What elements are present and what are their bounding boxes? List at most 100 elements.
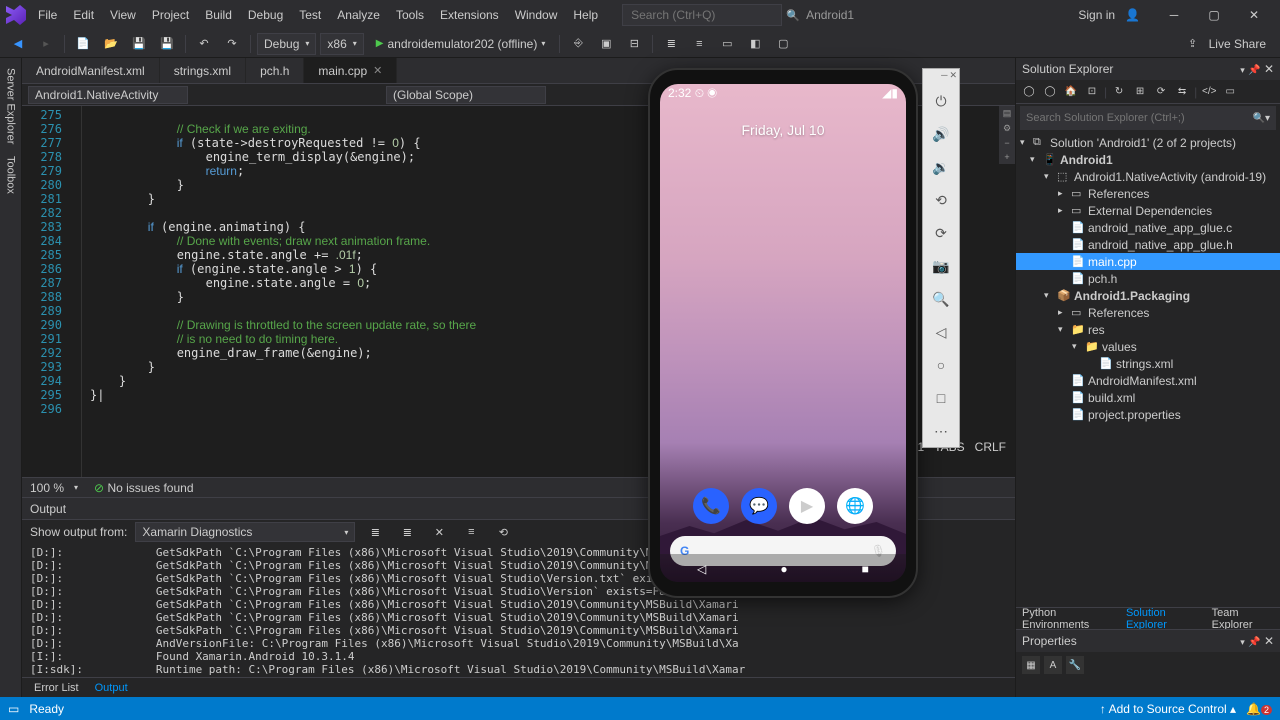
redo-icon[interactable]: ↷	[220, 33, 244, 55]
props-pin-icon[interactable]: 📌	[1248, 637, 1260, 648]
menu-extensions[interactable]: Extensions	[432, 4, 507, 26]
nav-home-icon[interactable]: ●	[780, 562, 787, 576]
open-icon[interactable]: 📂	[99, 33, 123, 55]
se-home-icon[interactable]: 🏠	[1062, 83, 1080, 101]
tree-androidmanifest-xml[interactable]: 📄AndroidManifest.xml	[1016, 372, 1280, 389]
messages-app-icon[interactable]: 💬	[741, 488, 777, 524]
se-sync-icon[interactable]: ↻	[1110, 83, 1128, 101]
split-icon[interactable]: ▤	[1003, 108, 1012, 119]
se-dropdown-icon[interactable]: ▾	[1240, 65, 1245, 75]
save-icon[interactable]: 💾	[127, 33, 151, 55]
output-action-1[interactable]: ≣	[363, 521, 387, 543]
emu-volume-down-icon[interactable]: 🔉	[931, 157, 951, 177]
tree-android-native-app-glue-c[interactable]: 📄android_native_app_glue.c	[1016, 219, 1280, 236]
output-action-3[interactable]: ✕	[427, 521, 451, 543]
emu-volume-up-icon[interactable]: 🔊	[931, 124, 951, 144]
global-search-input[interactable]	[631, 8, 786, 22]
menu-test[interactable]: Test	[291, 4, 329, 26]
se-search[interactable]: 🔍▾	[1020, 106, 1276, 130]
server-explorer-tab[interactable]: Server Explorer	[3, 62, 19, 150]
team-explorer-tab[interactable]: Team Explorer	[1206, 607, 1280, 631]
chrome-app-icon[interactable]: 🌐	[837, 488, 873, 524]
tree-android1-packaging[interactable]: ▾📦Android1.Packaging	[1016, 287, 1280, 304]
tree-references[interactable]: ▸▭References	[1016, 304, 1280, 321]
settings-icon[interactable]: ⚙	[1003, 123, 1011, 134]
project-scope-combo[interactable]: Android1.NativeActivity	[28, 86, 188, 104]
solution-explorer-tab[interactable]: Solution Explorer	[1120, 607, 1206, 631]
toolbar-icon-6[interactable]: ▭	[715, 33, 739, 55]
close-tab-icon[interactable]: ✕	[373, 64, 382, 77]
emu-rotate-right-icon[interactable]: ⟳	[931, 223, 951, 243]
se-refresh-icon[interactable]: ⟳	[1152, 83, 1170, 101]
menu-analyze[interactable]: Analyze	[329, 4, 388, 26]
liveshare-icon[interactable]: ⇪	[1181, 33, 1205, 55]
toolbox-tab[interactable]: Toolbox	[3, 150, 19, 200]
emu-power-icon[interactable]: ⏻	[931, 91, 951, 111]
toolbar-icon-3[interactable]: ⊟	[622, 33, 646, 55]
emu-close-icon[interactable]: ✕	[949, 70, 957, 84]
start-debug-button[interactable]: ▶androidemulator202 (offline)▾	[368, 33, 554, 55]
tree-main-cpp[interactable]: 📄main.cpp	[1016, 253, 1280, 270]
tree-pch-h[interactable]: 📄pch.h	[1016, 270, 1280, 287]
se-solution-icon[interactable]: ⊡	[1083, 83, 1101, 101]
se-close-icon[interactable]: ✕	[1264, 62, 1274, 76]
se-fwd-icon[interactable]: ◯	[1041, 83, 1059, 101]
minus-icon[interactable]: −	[1004, 138, 1009, 148]
se-search-input[interactable]	[1026, 112, 1253, 124]
tree-build-xml[interactable]: 📄build.xml	[1016, 389, 1280, 406]
toolbar-icon-5[interactable]: ≡	[687, 33, 711, 55]
tab-pch-h[interactable]: pch.h	[246, 58, 304, 83]
play-store-icon[interactable]: ▶	[789, 488, 825, 524]
error-list-tab[interactable]: Error List	[26, 682, 87, 694]
new-item-icon[interactable]: 📄	[71, 33, 95, 55]
props-dropdown-icon[interactable]: ▾	[1240, 637, 1245, 647]
menu-window[interactable]: Window	[507, 4, 566, 26]
android-emulator[interactable]: 2:32 ⏲ ◉◢▮ Friday, Jul 10 📞 💬 ▶ 🌐 G 🎙 ◁ …	[648, 68, 918, 598]
solution-tree[interactable]: ▾⧉Solution 'Android1' (2 of 2 projects)▾…	[1016, 132, 1280, 607]
plus-icon[interactable]: +	[1004, 152, 1009, 162]
toolbar-icon-8[interactable]: ▢	[771, 33, 795, 55]
emu-rotate-left-icon[interactable]: ⟲	[931, 190, 951, 210]
menu-project[interactable]: Project	[144, 4, 197, 26]
emu-overview-icon[interactable]: □	[931, 388, 951, 408]
emu-camera-icon[interactable]: 📷	[931, 256, 951, 276]
toolbar-icon-4[interactable]: ≣	[659, 33, 683, 55]
close-button[interactable]: ✕	[1234, 0, 1274, 30]
minimize-button[interactable]: ─	[1154, 0, 1194, 30]
output-action-2[interactable]: ≣	[395, 521, 419, 543]
menu-file[interactable]: File	[30, 4, 65, 26]
editor-right-margin[interactable]: ▤ ⚙ − +	[999, 106, 1015, 164]
se-pin-icon[interactable]: 📌	[1248, 65, 1260, 76]
sign-in-link[interactable]: Sign in	[1072, 4, 1121, 26]
menu-build[interactable]: Build	[197, 4, 240, 26]
tab-strings-xml[interactable]: strings.xml	[160, 58, 246, 83]
tab-main-cpp[interactable]: main.cpp✕	[304, 58, 397, 83]
platform-combo[interactable]: x86▾	[320, 33, 363, 55]
tree-strings-xml[interactable]: 📄strings.xml	[1016, 355, 1280, 372]
liveshare-label[interactable]: Live Share	[1209, 37, 1266, 51]
nav-back-icon[interactable]: ◁	[697, 562, 706, 576]
save-all-icon[interactable]: 💾	[155, 33, 179, 55]
toolbar-icon-7[interactable]: ◧	[743, 33, 767, 55]
se-back-icon[interactable]: ◯	[1020, 83, 1038, 101]
output-action-4[interactable]: ≡	[459, 521, 483, 543]
tree-project-properties[interactable]: 📄project.properties	[1016, 406, 1280, 423]
source-control-button[interactable]: ↑ Add to Source Control ▴	[1100, 702, 1236, 716]
menu-help[interactable]: Help	[565, 4, 606, 26]
props-alpha-icon[interactable]: A	[1044, 656, 1062, 674]
output-tab[interactable]: Output	[87, 682, 136, 694]
props-close-icon[interactable]: ✕	[1264, 634, 1274, 648]
se-collapse-icon[interactable]: ⇆	[1173, 83, 1191, 101]
tab-AndroidManifest-xml[interactable]: AndroidManifest.xml	[22, 58, 160, 83]
tree-res[interactable]: ▾📁res	[1016, 321, 1280, 338]
nav-back-icon[interactable]: ◀	[6, 33, 30, 55]
fold-gutter[interactable]	[70, 106, 82, 477]
toolbar-icon-2[interactable]: ▣	[594, 33, 618, 55]
notification-bell-icon[interactable]: 🔔2	[1246, 702, 1272, 716]
maximize-button[interactable]: ▢	[1194, 0, 1234, 30]
props-pages-icon[interactable]: 🔧	[1066, 656, 1084, 674]
member-scope-combo[interactable]: (Global Scope)	[386, 86, 546, 104]
menu-view[interactable]: View	[102, 4, 144, 26]
emu-more-icon[interactable]: ⋯	[931, 421, 951, 441]
global-search[interactable]: 🔍	[622, 4, 782, 26]
